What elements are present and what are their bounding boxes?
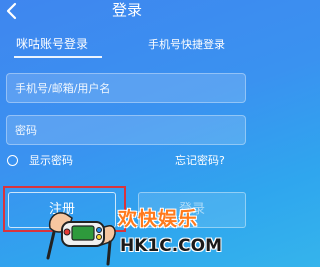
app-header: 登录 [0,0,254,24]
forgot-password-link[interactable]: 忘记密码? [175,154,225,168]
show-password-label: 显示密码 [29,154,73,167]
watermark-logo: 欢快娱乐 HK1C.COM [46,196,254,267]
tab-migu-account[interactable]: 咪咕账号登录 [16,36,88,52]
radio-icon[interactable] [7,155,18,166]
tab-phone-quick-login[interactable]: 手机号快捷登录 [148,37,225,53]
password-input[interactable] [7,116,245,144]
page-title: 登录 [111,1,142,19]
tab-active-indicator [14,56,102,58]
watermark-url: HK1C.COM [120,236,223,256]
watermark-title: 欢快娱乐 [118,208,199,230]
gamepad-hands-icon [46,212,116,266]
account-input[interactable] [7,74,245,102]
password-field[interactable] [6,115,246,145]
account-field[interactable] [6,73,246,103]
show-password-toggle[interactable]: 显示密码 [7,154,97,170]
